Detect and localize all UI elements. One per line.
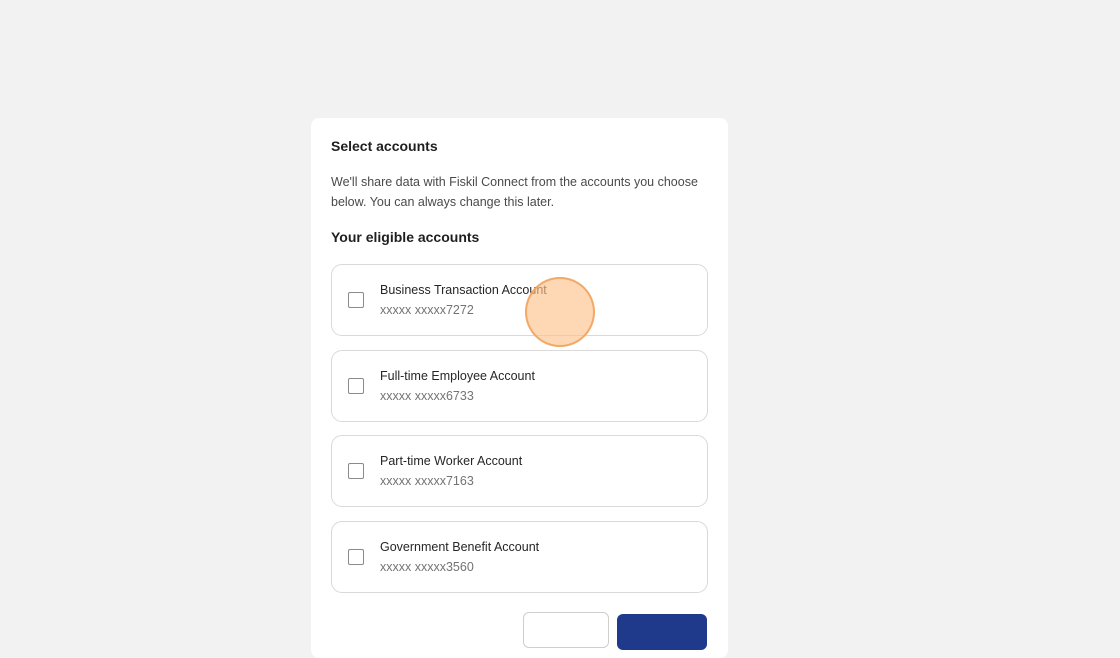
cancel-button[interactable] [523,612,609,648]
account-option-full-time-employee[interactable]: Full-time Employee Account xxxxx xxxxx67… [331,350,708,422]
account-number: xxxxx xxxxx3560 [380,560,474,574]
account-name: Government Benefit Account [380,540,540,554]
account-number: xxxxx xxxxx6733 [380,389,474,403]
account-checkbox[interactable] [348,549,364,565]
account-checkbox[interactable] [348,463,364,479]
eligible-accounts-heading: Your eligible accounts [331,229,480,245]
account-number: xxxxx xxxxx7272 [380,303,474,317]
account-selection-dialog: Select accounts We'll share data with Fi… [311,118,728,658]
dialog-description: We'll share data with Fiskil Connect fro… [331,175,698,209]
account-name: Full-time Employee Account [380,369,535,383]
account-checkbox[interactable] [348,378,364,394]
dialog-title: Select accounts [331,138,438,154]
account-option-part-time-worker[interactable]: Part-time Worker Account xxxxx xxxxx7163 [331,435,708,507]
confirm-button[interactable] [617,614,707,650]
account-option-business-transaction[interactable]: Business Transaction Account xxxxx xxxxx… [331,264,708,336]
account-number: xxxxx xxxxx7163 [380,474,474,488]
account-option-government-benefit[interactable]: Government Benefit Account xxxxx xxxxx35… [331,521,708,593]
account-name: Part-time Worker Account [380,454,523,468]
account-checkbox[interactable] [348,292,364,308]
account-name: Business Transaction Account [380,283,547,297]
